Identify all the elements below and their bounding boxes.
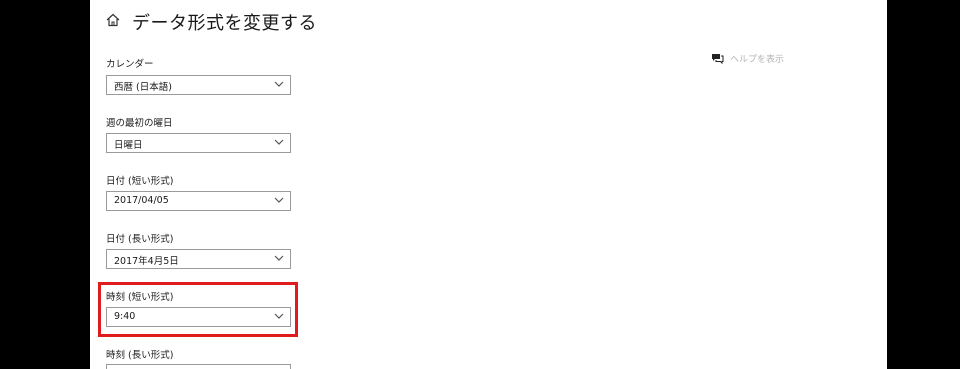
long-time-dropdown[interactable] — [106, 364, 291, 369]
page-title: データ形式を変更する — [132, 13, 317, 34]
short-date-dropdown[interactable]: 2017/04/05 — [106, 191, 291, 211]
calendar-label: カレンダー — [106, 59, 154, 70]
calendar-value: 西暦 (日本語) — [114, 82, 172, 93]
chevron-down-icon — [274, 255, 284, 261]
short-date-label: 日付 (短い形式) — [106, 176, 174, 187]
first-day-of-week-value: 日曜日 — [114, 140, 143, 151]
highlight-box — [98, 282, 298, 337]
calendar-dropdown[interactable]: 西暦 (日本語) — [106, 75, 291, 95]
long-time-label: 時刻 (長い形式) — [106, 350, 174, 361]
first-day-of-week-dropdown[interactable]: 日曜日 — [106, 133, 291, 153]
help-label: ヘルプを表示 — [730, 54, 785, 65]
first-day-of-week-label: 週の最初の曜日 — [106, 118, 173, 129]
short-date-value: 2017/04/05 — [114, 195, 169, 206]
long-date-dropdown[interactable]: 2017年4月5日 — [106, 249, 291, 269]
home-icon[interactable] — [105, 12, 121, 28]
chevron-down-icon — [274, 197, 284, 203]
help-link[interactable]: ヘルプを表示 — [711, 50, 784, 66]
settings-window: データ形式を変更する ヘルプを表示 カレンダー 西暦 (日本語) 週の最初の曜日… — [90, 0, 887, 369]
long-date-label: 日付 (長い形式) — [106, 234, 174, 245]
chat-help-icon — [712, 53, 724, 64]
chevron-down-icon — [274, 139, 284, 145]
chevron-down-icon — [274, 81, 284, 87]
long-date-value: 2017年4月5日 — [114, 256, 179, 267]
